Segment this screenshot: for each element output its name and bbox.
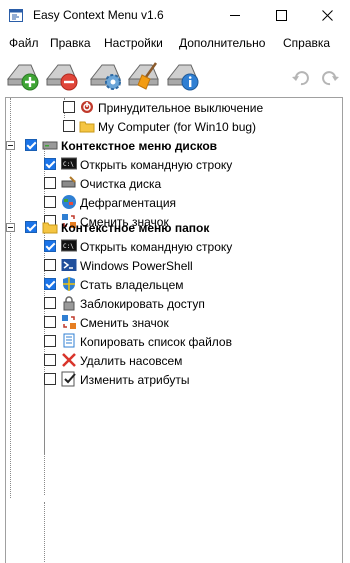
- cleaner-icon: [127, 62, 159, 90]
- checkbox[interactable]: [44, 259, 56, 271]
- checkbox[interactable]: [25, 139, 37, 151]
- defrag-icon: [62, 195, 76, 209]
- tree-item-label: Открыть командную строку: [80, 240, 233, 254]
- checkbox[interactable]: [44, 297, 56, 309]
- cleaner-button[interactable]: [126, 57, 162, 93]
- checkbox[interactable]: [44, 278, 56, 290]
- checkbox[interactable]: [44, 177, 56, 189]
- app-icon: [9, 9, 23, 22]
- svg-text:C:\: C:\: [63, 161, 74, 168]
- checkbox[interactable]: [25, 221, 37, 233]
- tree-group-label: Контекстное меню дисков: [61, 139, 218, 153]
- tree-item-label: Принудительное выключение: [98, 101, 264, 115]
- tree-item-label: Стать владельцем: [80, 278, 184, 292]
- menu-advanced[interactable]: Дополнительно: [179, 36, 265, 50]
- menu-help[interactable]: Справка: [283, 36, 330, 50]
- info-icon: [166, 64, 199, 91]
- tree-item-mycomputer[interactable]: My Computer (for Win10 bug): [6, 117, 336, 136]
- disk-cleanup-icon: [61, 176, 76, 188]
- tree-item[interactable]: Заблокировать доступ: [6, 294, 336, 313]
- remove-button[interactable]: [44, 57, 80, 93]
- svg-text:C:\: C:\: [63, 243, 74, 250]
- tree-item-shutdown[interactable]: Принудительное выключение: [6, 98, 336, 117]
- checkbox[interactable]: [44, 240, 56, 252]
- settings-icon: [89, 64, 121, 90]
- window-title: Easy Context Menu v1.6: [33, 8, 164, 22]
- menu-bar: Файл Правка Настройки Дополнительно Спра…: [0, 31, 350, 53]
- delete-icon: [62, 353, 76, 367]
- tree-item[interactable]: C:\ Открыть командную строку: [6, 155, 336, 174]
- tree-item-label: Копировать список файлов: [80, 335, 232, 349]
- power-icon: [81, 101, 93, 113]
- maximize-icon: [275, 10, 287, 21]
- redo-icon: [322, 71, 339, 86]
- tree-item[interactable]: Дефрагментация: [6, 193, 336, 212]
- redo-button[interactable]: [319, 67, 341, 89]
- cmd-icon: C:\: [61, 157, 77, 170]
- menu-edit[interactable]: Правка: [50, 36, 91, 50]
- maximize-button[interactable]: [258, 0, 304, 31]
- undo-icon: [292, 71, 309, 86]
- tree-item[interactable]: Удалить насовсем: [6, 351, 336, 370]
- change-icon-icon: [62, 315, 76, 329]
- menu-file[interactable]: Файл: [9, 36, 39, 50]
- shield-icon: [63, 277, 75, 291]
- tree-item-label: Сменить значок: [80, 316, 169, 330]
- collapse-icon[interactable]: [6, 223, 15, 232]
- minimize-button[interactable]: [212, 0, 258, 31]
- collapse-icon[interactable]: [6, 141, 15, 150]
- tree-view[interactable]: Принудительное выключение My Computer (f…: [5, 97, 343, 563]
- close-button[interactable]: [304, 0, 350, 31]
- title-bar: Easy Context Menu v1.6: [0, 0, 350, 31]
- toolbar: [0, 53, 350, 97]
- info-button[interactable]: [165, 57, 201, 93]
- checkbox[interactable]: [44, 316, 56, 328]
- tree-item-label: My Computer (for Win10 bug): [98, 120, 257, 134]
- tree-item[interactable]: Копировать список файлов: [6, 332, 336, 351]
- tree-item[interactable]: Windows PowerShell: [6, 256, 336, 275]
- menu-settings[interactable]: Настройки: [104, 36, 163, 50]
- checkbox[interactable]: [44, 196, 56, 208]
- tree-item[interactable]: Сменить значок: [6, 313, 336, 332]
- tree-item-label: Windows PowerShell: [80, 259, 193, 273]
- tree-group-disks[interactable]: Контекстное меню дисков: [6, 136, 336, 155]
- tree-item[interactable]: C:\ Открыть командную строку: [6, 237, 336, 256]
- tree-item[interactable]: Очистка диска: [6, 174, 336, 193]
- checkbox[interactable]: [44, 335, 56, 347]
- undo-button[interactable]: [290, 67, 312, 89]
- add-button[interactable]: [5, 57, 41, 93]
- tree-item-label: Заблокировать доступ: [80, 297, 205, 311]
- tree-item-label: Очистка диска: [80, 177, 162, 191]
- tree-item[interactable]: Стать владельцем: [6, 275, 336, 294]
- checkbox[interactable]: [44, 354, 56, 366]
- copy-list-icon: [63, 333, 75, 348]
- checkbox[interactable]: [63, 120, 75, 132]
- checkbox[interactable]: [63, 101, 75, 113]
- tree-group-folders[interactable]: Контекстное меню папок: [6, 218, 336, 237]
- tree-group-label: Контекстное меню папок: [61, 221, 210, 235]
- tree-item-label: Дефрагментация: [80, 196, 177, 210]
- folder-icon: [79, 121, 95, 133]
- tree-item-label: Открыть командную строку: [80, 158, 233, 172]
- disk-drive-icon: [42, 141, 58, 150]
- close-icon: [321, 10, 333, 21]
- remove-icon: [45, 64, 78, 91]
- powershell-icon: [61, 259, 77, 271]
- lock-icon: [63, 296, 75, 311]
- folder-icon: [42, 222, 58, 234]
- add-icon: [6, 64, 39, 91]
- minimize-icon: [230, 15, 240, 16]
- settings-button[interactable]: [88, 57, 124, 93]
- checkbox[interactable]: [44, 158, 56, 170]
- cmd-icon: C:\: [61, 239, 77, 252]
- tree-item-label: Удалить насовсем: [80, 354, 183, 368]
